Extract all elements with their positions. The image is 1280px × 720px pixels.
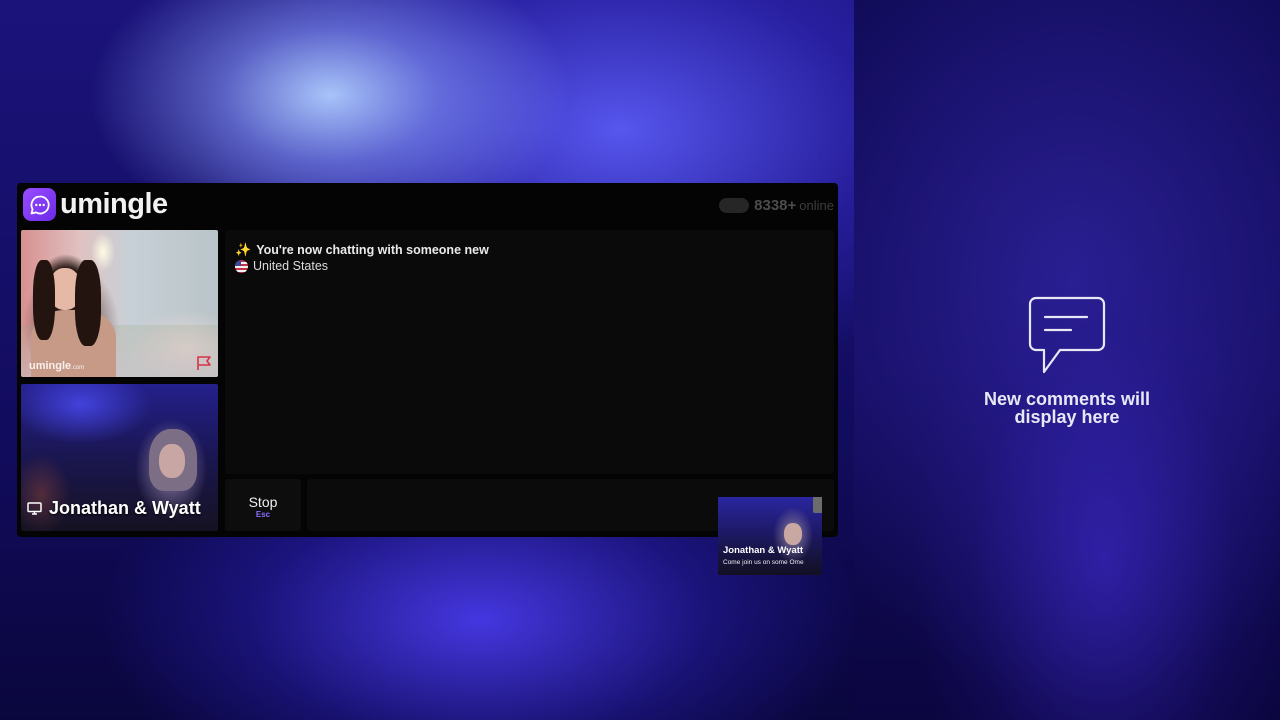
pip-subtitle: Come join us on some Ome <box>723 559 804 566</box>
comment-icon <box>1028 296 1106 374</box>
monitor-icon <box>27 502 42 515</box>
pip-handle[interactable] <box>813 497 822 513</box>
chat-window: umingle 8338+ online umingle.com Jonatha… <box>17 183 838 537</box>
picture-in-picture-preview[interactable]: Jonathan & Wyatt Come join us on some Om… <box>718 497 822 575</box>
report-flag-icon[interactable] <box>196 355 214 376</box>
self-video: Jonathan & Wyatt <box>21 384 218 531</box>
sparkles-icon: ✨ <box>235 242 252 257</box>
self-video-caption: Jonathan & Wyatt <box>27 498 201 519</box>
online-toggle[interactable] <box>719 198 750 213</box>
app-logo[interactable]: umingle <box>23 188 168 221</box>
comments-empty-state: New comments will display here <box>960 296 1174 426</box>
chat-bubble-logo-icon <box>23 188 56 221</box>
message-panel: ✨ You're now chatting with someone new U… <box>225 230 834 474</box>
us-flag-icon <box>235 259 248 273</box>
umingle-watermark: umingle.com <box>29 360 85 372</box>
pip-name: Jonathan & Wyatt <box>723 545 804 556</box>
stop-button[interactable]: Stop Esc <box>225 479 301 531</box>
online-count: 8338+ <box>754 197 797 214</box>
stop-shortcut-hint: Esc <box>255 510 271 519</box>
comments-empty-message: New comments will display here <box>983 389 1151 427</box>
self-video-name: Jonathan & Wyatt <box>49 498 201 518</box>
stranger-video: umingle.com <box>21 230 218 377</box>
system-message: ✨ You're now chatting with someone new <box>235 242 489 257</box>
stranger-country: United States <box>235 259 328 273</box>
online-label: online <box>799 198 834 213</box>
app-name: umingle <box>60 188 168 220</box>
online-indicator: 8338+ online <box>719 197 834 214</box>
stop-button-label: Stop <box>248 494 278 510</box>
